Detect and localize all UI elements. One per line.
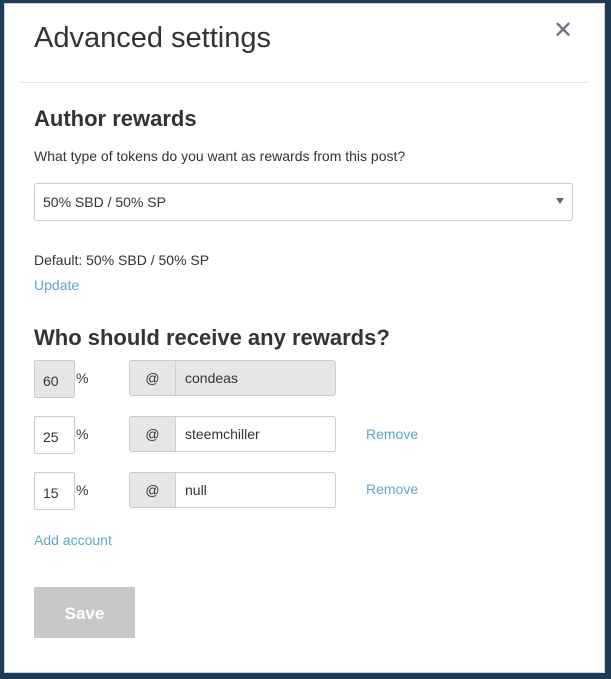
account-input[interactable]: null — [175, 472, 336, 508]
reward-type-select[interactable]: 50% SBD / 50% SP — [34, 183, 573, 221]
percent-input[interactable]: 15 — [34, 472, 75, 510]
selected-value: 50% SBD / 50% SP — [43, 194, 166, 210]
percent-sign: % — [76, 426, 89, 442]
caret-down-icon — [556, 198, 564, 204]
divider — [20, 82, 589, 83]
remove-link[interactable]: Remove — [366, 426, 418, 442]
default-text: Default: 50% SBD / 50% SP — [34, 252, 210, 268]
remove-link[interactable]: Remove — [366, 481, 418, 497]
percent-sign: % — [76, 482, 89, 498]
author-rewards-heading: Author rewards — [34, 106, 197, 131]
at-sign: @ — [129, 360, 176, 396]
rewards-question: What type of tokens do you want as rewar… — [34, 148, 406, 164]
update-link[interactable]: Update — [34, 277, 79, 293]
close-icon[interactable]: ✕ — [553, 16, 573, 45]
save-button[interactable]: Save — [34, 587, 135, 638]
at-sign: @ — [129, 472, 176, 508]
percent-sign: % — [76, 370, 89, 386]
dialog-title: Advanced settings — [34, 22, 271, 54]
account-input: condeas — [175, 360, 336, 396]
add-account-link[interactable]: Add account — [34, 532, 112, 548]
account-input[interactable]: steemchiller — [175, 416, 336, 452]
advanced-settings-dialog: Advanced settings ✕ Author rewards What … — [4, 3, 605, 673]
at-sign: @ — [129, 416, 176, 452]
beneficiaries-heading: Who should receive any rewards? — [34, 325, 390, 350]
percent-input: 60 — [34, 360, 75, 398]
percent-input[interactable]: 25 — [34, 416, 75, 454]
